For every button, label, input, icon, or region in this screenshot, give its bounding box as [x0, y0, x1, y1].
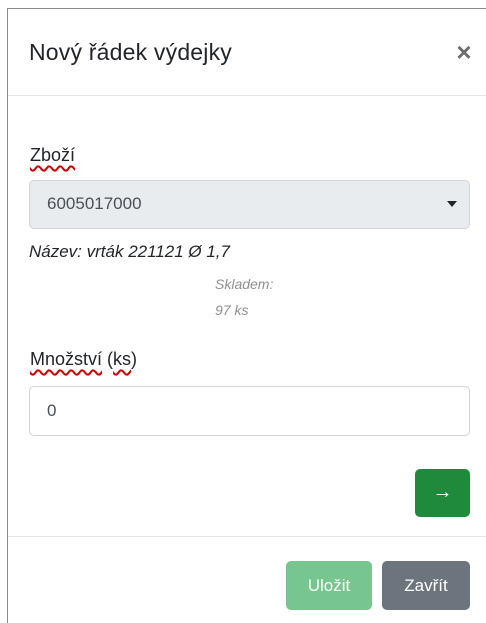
product-label: Zboží: [30, 145, 75, 166]
arrow-right-icon[interactable]: →: [415, 469, 470, 517]
quantity-label-unit: ks: [113, 349, 132, 369]
product-select-value: 6005017000: [47, 194, 142, 213]
close-button[interactable]: Zavřít: [382, 561, 470, 610]
modal-title: Nový řádek výdejky: [29, 39, 233, 65]
quantity-label-main: Množství: [30, 349, 103, 369]
chevron-down-icon: [447, 201, 457, 207]
product-select[interactable]: 6005017000: [29, 180, 470, 229]
stock-label: Skladem:: [215, 276, 274, 292]
stock-value: 97 ks: [215, 302, 249, 318]
close-icon[interactable]: ×: [452, 39, 476, 65]
modal-dialog: Nový řádek výdejky × Zboží 6005017000 Ná…: [7, 8, 486, 623]
save-button[interactable]: Uložit: [286, 561, 372, 610]
modal-header: Nový řádek výdejky ×: [8, 9, 486, 96]
footer-divider: [8, 536, 486, 537]
quantity-label: Množství (ks): [30, 349, 137, 370]
quantity-input[interactable]: [29, 386, 470, 436]
product-name: Název: vrták 221121 Ø 1,7: [29, 242, 230, 261]
quantity-label-paren-close: ): [131, 349, 138, 369]
product-label-text: Zboží: [30, 145, 76, 165]
